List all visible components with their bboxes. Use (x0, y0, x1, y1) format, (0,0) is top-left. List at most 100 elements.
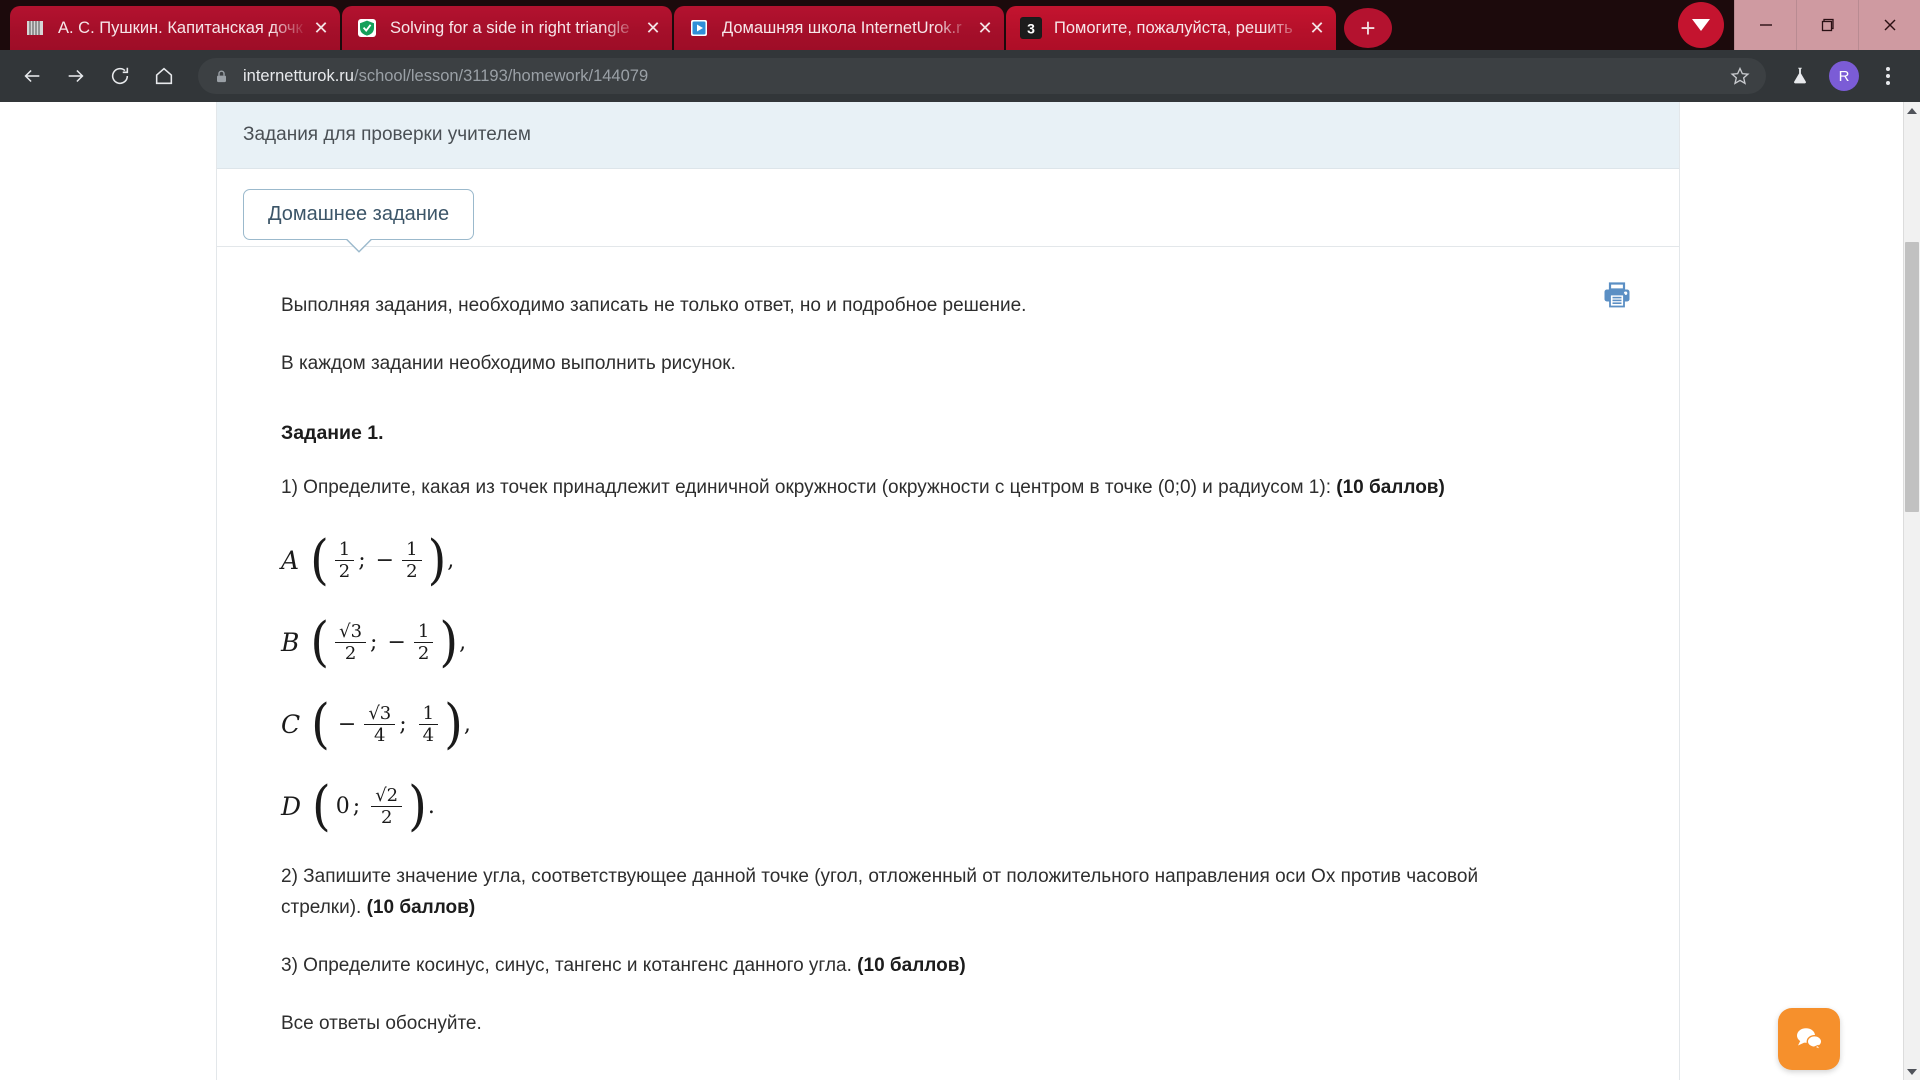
intro-paragraph-1: Выполняя задания, необходимо записать не… (281, 295, 1027, 316)
tab-close-button[interactable]: ✕ (308, 15, 334, 41)
scrollbar-thumb[interactable] (1905, 242, 1919, 512)
paren-open: ( (310, 610, 330, 673)
option-d-label: D (281, 791, 302, 821)
address-bar-url: internetturok.ru/school/lesson/31193/hom… (243, 67, 1720, 86)
question-2-points: (10 баллов) (366, 897, 476, 919)
browser-toolbar: internetturok.ru/school/lesson/31193/hom… (0, 50, 1920, 102)
homework-body: Выполняя задания, необходимо записать не… (217, 247, 1679, 1080)
page-scrollbar[interactable] (1903, 102, 1920, 1080)
tab-close-button[interactable]: ✕ (1304, 15, 1330, 41)
paren-open: ( (311, 692, 330, 755)
paren-close: ) (439, 610, 459, 673)
window-controls (1734, 0, 1920, 50)
experiments-flask-icon[interactable] (1780, 56, 1820, 96)
paren-close: ) (408, 774, 427, 837)
tab-title: Solving for a side in right triangle (390, 18, 630, 37)
option-c-label: C (281, 709, 301, 739)
paren-close: ) (444, 692, 463, 755)
question-1-text: 1) Определите, какая из точек принадлежи… (281, 476, 1337, 498)
avatar[interactable]: R (1824, 56, 1864, 96)
window-controls-area (1678, 0, 1920, 50)
page-viewport: Задания для проверки учителем Домашнее з… (0, 102, 1920, 1080)
option-d-x: 0 (335, 793, 350, 819)
new-tab-button[interactable]: + (1344, 8, 1392, 48)
option-a-y-sign: − (375, 547, 395, 573)
option-a: A ( 1 2 ; − 1 2) , (281, 530, 1609, 590)
question-1: 1) Определите, какая из точек принадлежи… (281, 473, 1541, 504)
tab-close-button[interactable]: ✕ (640, 15, 666, 41)
tab-homework-label: Домашнее задание (268, 203, 450, 225)
play-icon (688, 17, 710, 39)
intro-paragraph-2: В каждом задании необходимо выполнить ри… (281, 352, 736, 374)
bookmark-star-icon[interactable] (1730, 66, 1750, 86)
closing-paragraph: Все ответы обоснуйте. (281, 1012, 482, 1034)
printer-icon[interactable] (1595, 273, 1639, 317)
page-scroll-area: Задания для проверки учителем Домашнее з… (0, 102, 1903, 1080)
question-3-points: (10 баллов) (857, 954, 966, 976)
paren-open: ( (312, 774, 331, 837)
address-bar[interactable]: internetturok.ru/school/lesson/31193/hom… (198, 58, 1766, 94)
option-c-x: √3 4 (364, 704, 396, 745)
coord-separator: ; (358, 547, 366, 573)
option-b-x: √3 2 (335, 622, 367, 663)
chat-bubbles-icon[interactable] (1778, 1008, 1840, 1070)
option-d: D ( 0 ; √2 2 ) . (281, 776, 1609, 836)
tab-title: Помогите, пожалуйста, решить (1054, 18, 1293, 37)
reload-icon[interactable] (100, 56, 140, 96)
paren-close: ) (427, 528, 447, 591)
home-icon[interactable] (144, 56, 184, 96)
task-heading: Задание 1. (281, 421, 384, 444)
avatar-initial: R (1829, 61, 1859, 91)
three-dot-menu-icon[interactable] (1868, 56, 1908, 96)
option-b-y: 1 2 (413, 622, 434, 663)
minimize-icon[interactable] (1734, 0, 1796, 50)
tab-title: А. С. Пушкин. Капитанская дочк (58, 18, 303, 37)
option-b: B ( √3 2 ; − 1 2) , (281, 612, 1609, 672)
question-1-points: (10 баллов) (1336, 476, 1445, 498)
book-icon (24, 17, 46, 39)
browser-tab-4[interactable]: 3 Помогите, пожалуйста, решить ✕ (1006, 6, 1336, 50)
back-arrow-icon[interactable] (12, 56, 52, 96)
tab-homework[interactable]: Домашнее задание (243, 189, 475, 253)
coord-separator: ; (352, 793, 361, 819)
option-c: C ( − √3 4 ; 1 4) , (281, 694, 1609, 754)
scroll-up-arrow-icon[interactable] (1904, 102, 1920, 119)
coord-separator: ; (370, 629, 378, 655)
question-2: 2) Запишите значение угла, соответствующ… (281, 862, 1541, 924)
option-a-y: 1 2 (402, 540, 422, 581)
question-3: 3) Определите косинус, синус, тангенс и … (281, 951, 1541, 982)
lock-icon (214, 69, 229, 84)
tab-title: Домашняя школа InternetUrok.r (722, 18, 962, 37)
homework-document: Выполняя задания, необходимо записать не… (217, 291, 1679, 1080)
paren-open: ( (310, 528, 329, 591)
coord-separator: ; (399, 711, 407, 737)
option-a-label: A (281, 545, 300, 575)
tab-close-button[interactable]: ✕ (972, 15, 998, 41)
option-b-trailing: , (459, 629, 467, 655)
url-path: /school/lesson/31193/homework/144079 (353, 66, 649, 85)
profile-dropdown-icon[interactable] (1678, 2, 1724, 48)
scroll-down-arrow-icon[interactable] (1904, 1063, 1920, 1080)
forward-arrow-icon[interactable] (56, 56, 96, 96)
browser-tab-2[interactable]: Solving for a side in right triangle ✕ (342, 6, 672, 50)
option-c-y: 1 4 (418, 704, 439, 745)
browser-tab-3[interactable]: Домашняя школа InternetUrok.r ✕ (674, 6, 1004, 50)
browser-window: А. С. Пушкин. Капитанская дочк ✕ Solving… (0, 0, 1920, 1080)
option-c-x-sign: − (337, 711, 357, 737)
option-d-y: √2 2 (371, 786, 403, 827)
tab-strip: А. С. Пушкин. Капитанская дочк ✕ Solving… (0, 0, 1920, 50)
option-c-trailing: , (463, 711, 471, 737)
maximize-icon[interactable] (1796, 0, 1858, 50)
shield-icon (356, 17, 378, 39)
option-a-x: 1 2 (334, 540, 355, 581)
number-3-icon: 3 (1020, 17, 1042, 39)
url-domain: internetturok.ru (243, 66, 354, 85)
option-a-trailing: , (447, 547, 455, 573)
question-3-text: 3) Определите косинус, синус, тангенс и … (281, 954, 858, 976)
close-icon[interactable] (1858, 0, 1920, 50)
browser-tab-1[interactable]: А. С. Пушкин. Капитанская дочк ✕ (10, 6, 340, 50)
page-title: Задания для проверки учителем (217, 102, 1679, 169)
option-b-label: B (281, 627, 300, 657)
option-b-y-sign: − (387, 629, 406, 655)
svg-text:3: 3 (1027, 21, 1035, 37)
